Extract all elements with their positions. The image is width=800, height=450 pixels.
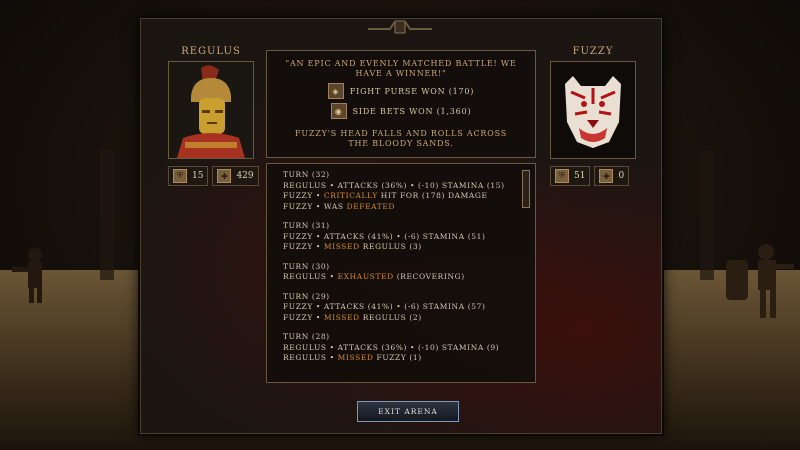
combat-log-turn: Turn (30) Regulus • Exhausted (recovering… <box>283 262 535 283</box>
side-bets-line: ◉ Side bets won (1,360) <box>267 103 535 119</box>
left-stat-secondary-value: 429 <box>236 171 254 181</box>
turn-heading: Turn (30) <box>283 261 330 271</box>
panel-crest-ornament <box>368 20 432 34</box>
combat-log-line: Fuzzy • Missed Regulus (3) <box>283 242 535 253</box>
health-icon: ✚ <box>599 169 614 183</box>
combat-log-scrollbar-thumb[interactable] <box>522 170 530 208</box>
announcer-quote: "An epic and evenly matched battle! We h… <box>285 59 517 78</box>
fight-purse-label: Fight purse won (170) <box>349 86 475 96</box>
combat-log-turn: Turn (29) Fuzzy • Attacks (41%) • (-6) St… <box>283 292 535 324</box>
shield-icon: ⛨ <box>173 169 187 183</box>
combat-log-line: Regulus • Attacks (36%) • (-10) Stamina … <box>283 181 535 192</box>
combat-log-entries: Turn (32) Regulus • Attacks (36%) • (-10)… <box>267 164 535 364</box>
combat-event-text: Fuzzy (1) <box>373 353 422 362</box>
background-pillar <box>700 150 714 280</box>
roman-soldier-portrait <box>169 62 253 158</box>
right-fighter-stats: ⛨ 51 ✚ 0 <box>550 166 630 186</box>
combat-event-highlight: Critically <box>323 191 378 200</box>
exit-arena-button[interactable]: Exit Arena <box>357 401 459 422</box>
right-stat-primary-value: 51 <box>574 171 586 181</box>
background-pillar <box>100 150 114 280</box>
coin-stack-icon: ◉ <box>330 103 347 119</box>
combat-log-turn: Turn (31) Fuzzy • Attacks (41%) • (-6) St… <box>283 221 535 253</box>
coin-purse-icon: ◈ <box>327 83 344 99</box>
combat-event-text: Regulus • <box>283 353 338 362</box>
combat-log-line: Fuzzy • Missed Regulus (2) <box>283 313 535 324</box>
turn-heading: Turn (31) <box>283 221 330 230</box>
combat-log-line: Regulus • Exhausted (recovering) <box>283 272 535 283</box>
combat-log-turn: Turn (32) Regulus • Attacks (36%) • (-10)… <box>283 170 535 212</box>
combat-event-text: Fuzzy • Attacks (41%) • (-6) Stamina (51… <box>283 231 486 241</box>
right-stat-secondary-value: 0 <box>618 171 625 181</box>
health-icon: ✚ <box>217 169 232 183</box>
combat-event-text: Fuzzy • <box>283 312 324 322</box>
combat-event-text: Fuzzy • Attacks (41%) • (-6) Stamina (57… <box>283 302 486 311</box>
combat-event-highlight: Missed <box>337 353 374 362</box>
combat-event-text: Fuzzy • <box>283 191 324 200</box>
left-stat-secondary: ✚ 429 <box>212 166 259 186</box>
combat-log-line: Fuzzy • Attacks (41%) • (-6) Stamina (57… <box>283 302 535 313</box>
left-fighter-portrait[interactable] <box>168 61 254 159</box>
right-stat-primary: ⛨ 51 <box>550 166 591 186</box>
right-stat-secondary: ✚ 0 <box>594 166 630 186</box>
right-fighter-portrait[interactable] <box>550 61 636 159</box>
turn-heading: Turn (29) <box>283 291 330 301</box>
combat-event-highlight: Missed <box>323 312 360 322</box>
shield-icon: ⛨ <box>555 169 569 183</box>
combat-event-text: Fuzzy • <box>283 242 324 251</box>
combat-event-text: Regulus • <box>283 272 338 281</box>
combat-event-highlight: defeated <box>346 201 396 211</box>
battle-result-summary: "An epic and evenly matched battle! We h… <box>266 50 536 158</box>
combat-event-text: Fuzzy • Was <box>283 201 347 211</box>
left-fighter-stats: ⛨ 15 ✚ 429 <box>168 166 259 186</box>
combat-log-line: Fuzzy • Critically hit for (178) damage <box>283 191 535 202</box>
combat-log-line: Fuzzy • Attacks (41%) • (-6) Stamina (51… <box>283 232 535 243</box>
combat-event-text: Regulus • Attacks (36%) • (-10) Stamina … <box>283 342 500 352</box>
combat-log-line: Regulus • Missed Fuzzy (1) <box>283 353 535 364</box>
turn-heading: Turn (32) <box>283 170 330 179</box>
turn-heading: Turn (28) <box>283 332 330 341</box>
combat-log[interactable]: Turn (32) Regulus • Attacks (36%) • (-10)… <box>266 163 536 383</box>
combat-event-text: Regulus (2) <box>359 312 422 322</box>
combat-event-text: (recovering) <box>393 272 465 281</box>
left-stat-primary-value: 15 <box>192 171 204 181</box>
background-gladiator-right <box>726 244 794 318</box>
background-gladiator-left <box>12 248 42 303</box>
right-fighter-name: Fuzzy <box>572 46 614 57</box>
combat-log-line: Regulus • Attacks (36%) • (-10) Stamina … <box>283 343 535 354</box>
battle-outcome-text: Fuzzy's head falls and rolls across the … <box>295 129 508 148</box>
tiger-portrait <box>551 62 635 158</box>
combat-event-text: Regulus (3) <box>359 242 422 251</box>
combat-log-line: Fuzzy • Was defeated <box>283 202 535 213</box>
combat-event-text: Regulus • Attacks (36%) • (-10) Stamina … <box>283 180 505 190</box>
combat-event-highlight: Exhausted <box>337 272 394 281</box>
combat-event-highlight: Missed <box>323 242 360 251</box>
combat-log-turn: Turn (28) Regulus • Attacks (36%) • (-10)… <box>283 332 535 364</box>
left-fighter-name: Regulus <box>181 46 241 57</box>
side-bets-label: Side bets won (1,360) <box>352 106 472 116</box>
left-stat-primary: ⛨ 15 <box>168 166 209 186</box>
fight-purse-line: ◈ Fight purse won (170) <box>267 83 535 99</box>
combat-event-text: hit for (178) damage <box>377 191 488 200</box>
